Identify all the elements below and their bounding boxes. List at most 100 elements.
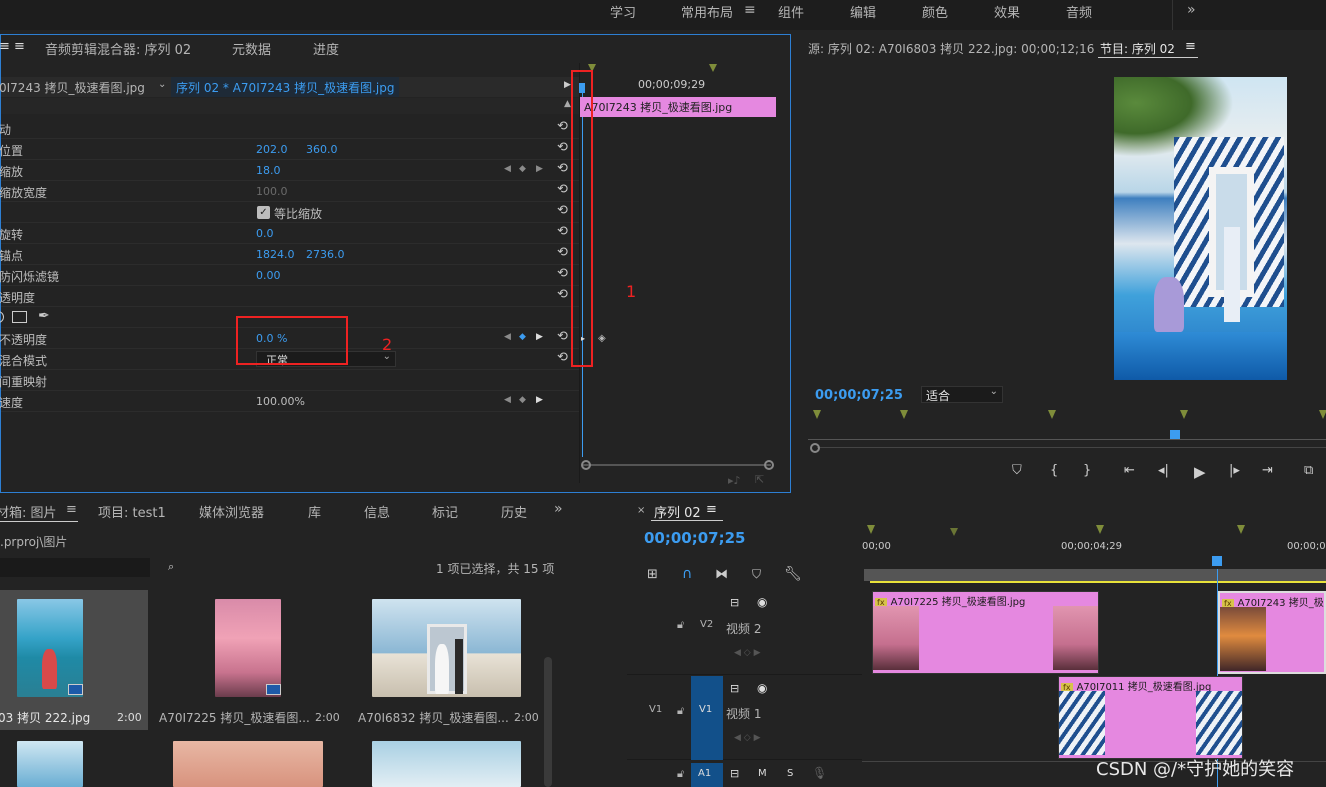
more-tabs-icon[interactable]: »	[554, 501, 563, 517]
tab-library[interactable]: 库	[308, 502, 321, 521]
play-triangle-icon[interactable]: ▶	[564, 80, 571, 90]
play-icon[interactable]: ▶	[1194, 463, 1206, 481]
workspace-common-layout[interactable]: 常用布局	[681, 2, 733, 21]
timeline-clip[interactable]: fx A70I7225 拷贝_极速看图.jpg	[872, 591, 1099, 674]
source-patch[interactable]: V1	[649, 704, 662, 715]
lock-icon[interactable]: 🔓︎	[677, 618, 684, 632]
eye-icon[interactable]: ◉	[757, 595, 767, 609]
mark-in-icon[interactable]: {	[1050, 463, 1058, 478]
program-preview-image[interactable]	[1114, 77, 1287, 380]
tab-metadata[interactable]: 元数据	[232, 39, 271, 58]
rotation-value[interactable]: 0.0	[256, 227, 274, 240]
tab-history[interactable]: 历史	[501, 502, 527, 521]
rectangle-mask-icon[interactable]	[12, 311, 27, 323]
effect-timeline[interactable]: 00;00;09;29 A70I7243 拷贝_极速看图.jpg ▸ ◈ ▸♪ …	[579, 63, 776, 487]
next-keyframe-icon[interactable]: ▶	[536, 395, 543, 405]
reset-icon[interactable]: ⟲	[557, 267, 571, 281]
workspace-learn[interactable]: 学习	[610, 2, 636, 21]
timeline-clip-selected[interactable]: fxA70I7243 拷贝_极速看	[1218, 591, 1326, 674]
program-playhead[interactable]	[1170, 430, 1180, 439]
solo-button[interactable]: S	[787, 768, 793, 779]
panel-menu-icon[interactable]: ≡	[1185, 39, 1196, 54]
reset-icon[interactable]: ⟲	[557, 204, 571, 218]
source-clip-name[interactable]: 0I7243 拷贝_极速看图.jpg	[0, 79, 145, 96]
marker-icon[interactable]	[950, 528, 958, 536]
project-item-selected[interactable]: 03 拷贝 222.jpg 2:00	[0, 590, 148, 730]
reset-icon[interactable]: ⟲	[557, 330, 571, 344]
collapse-icon[interactable]: ▲	[564, 99, 571, 109]
next-keyframe-icon[interactable]: ▶	[536, 164, 543, 174]
snap-magnet-icon[interactable]: ∩	[682, 566, 692, 582]
add-marker-icon[interactable]: ⛉	[752, 567, 761, 582]
panel-menu-icon[interactable]: ≡	[66, 502, 77, 517]
marker-icon[interactable]	[813, 410, 821, 419]
step-forward-icon[interactable]: |▸	[1229, 463, 1240, 478]
marker-icon[interactable]	[1237, 525, 1245, 534]
next-keyframe-icon[interactable]: ▶	[536, 332, 543, 342]
marker-icon[interactable]	[867, 525, 875, 534]
source-monitor-tab[interactable]: 源: 序列 02: A70I6803 拷贝 222.jpg: 00;00;12;…	[808, 40, 1094, 57]
audio-icon[interactable]: ▸♪	[728, 474, 741, 487]
position-x-value[interactable]: 202.0	[256, 143, 288, 156]
marker-icon[interactable]	[1096, 525, 1104, 534]
item-thumbnail[interactable]	[17, 741, 83, 787]
mute-button[interactable]: M	[758, 768, 767, 779]
marker-icon[interactable]	[900, 410, 908, 419]
tab-media-browser[interactable]: 媒体浏览器	[199, 502, 264, 521]
tab-progress[interactable]: 进度	[313, 39, 339, 58]
pen-mask-icon[interactable]: ✒	[38, 308, 50, 324]
timeline-playhead[interactable]	[1212, 556, 1222, 566]
anchor-y-value[interactable]: 2736.0	[306, 248, 345, 261]
keyframe-nav-icon[interactable]: ◀ ◇ ▶	[734, 733, 761, 743]
workspace-audio[interactable]: 音频	[1066, 2, 1092, 21]
close-icon[interactable]: ×	[637, 505, 645, 516]
prev-keyframe-icon[interactable]: ◀	[504, 332, 511, 342]
sequence-clip-tab[interactable]: 序列 02 * A70I7243 拷贝_极速看图.jpg	[171, 77, 399, 97]
program-timecode[interactable]: 00;00;07;25	[815, 388, 903, 403]
effect-clip-bar[interactable]: A70I7243 拷贝_极速看图.jpg	[580, 97, 776, 117]
reset-icon[interactable]: ⟲	[557, 120, 571, 134]
timeline-timecode[interactable]: 00;00;07;25	[644, 529, 746, 547]
reset-icon[interactable]: ⟲	[557, 351, 571, 365]
chevron-down-icon[interactable]: ⌄	[158, 79, 166, 90]
insert-icon[interactable]: ⧉	[1304, 463, 1313, 478]
anti-flicker-value[interactable]: 0.00	[256, 269, 281, 282]
export-icon[interactable]: ⇱	[755, 473, 764, 486]
lock-icon[interactable]: 🔓︎	[677, 767, 684, 781]
reset-icon[interactable]: ⟲	[557, 225, 571, 239]
nest-icon[interactable]: ⊞	[647, 567, 658, 582]
prev-keyframe-icon[interactable]: ◀	[504, 395, 511, 405]
track-target-v1[interactable]: V1	[691, 676, 723, 760]
add-keyframe-icon[interactable]: ◆	[519, 395, 526, 405]
marker-icon[interactable]	[709, 64, 717, 72]
prev-keyframe-icon[interactable]: ◀	[504, 164, 511, 174]
add-keyframe-icon[interactable]: ◆	[519, 332, 526, 342]
microphone-icon[interactable]: 🎙︎	[812, 766, 827, 780]
lock-icon[interactable]: 🔓︎	[677, 704, 684, 718]
panel-menu-icon[interactable]: ≡ ≡	[0, 39, 25, 54]
scale-value[interactable]: 18.0	[256, 164, 281, 177]
marker-icon[interactable]	[1048, 410, 1056, 419]
tab-project[interactable]: 项目: test1	[98, 502, 166, 521]
tab-markers[interactable]: 标记	[432, 502, 458, 521]
marker-icon[interactable]	[1180, 410, 1188, 419]
reset-icon[interactable]: ⟲	[557, 162, 571, 176]
workspace-menu-icon[interactable]: ≡	[744, 2, 756, 18]
toggle-output-icon[interactable]: ⊟	[730, 767, 739, 780]
ellipse-mask-icon[interactable]	[0, 311, 4, 323]
reset-icon[interactable]: ⟲	[557, 183, 571, 197]
add-marker-icon[interactable]: ⛉	[1012, 463, 1022, 478]
uniform-scale-checkbox[interactable]: ✓	[257, 206, 270, 219]
keyframe-nav-icon[interactable]: ◀ ◇ ▶	[734, 648, 761, 658]
workspace-color[interactable]: 颜色	[922, 2, 948, 21]
reset-icon[interactable]: ⟲	[557, 288, 571, 302]
new-search-bin-icon[interactable]: ⌕	[168, 560, 174, 574]
tab-info[interactable]: 信息	[364, 502, 390, 521]
program-ruler[interactable]	[808, 410, 1326, 440]
add-keyframe-icon[interactable]: ◆	[519, 164, 526, 174]
step-back-icon[interactable]: ◂|	[1158, 463, 1169, 478]
zoom-handle-left[interactable]	[581, 460, 591, 470]
toggle-output-icon[interactable]: ⊟	[730, 596, 739, 609]
wrench-icon[interactable]: 🔧︎	[784, 566, 802, 582]
fit-select[interactable]: 适合 ⌄	[921, 386, 1003, 403]
